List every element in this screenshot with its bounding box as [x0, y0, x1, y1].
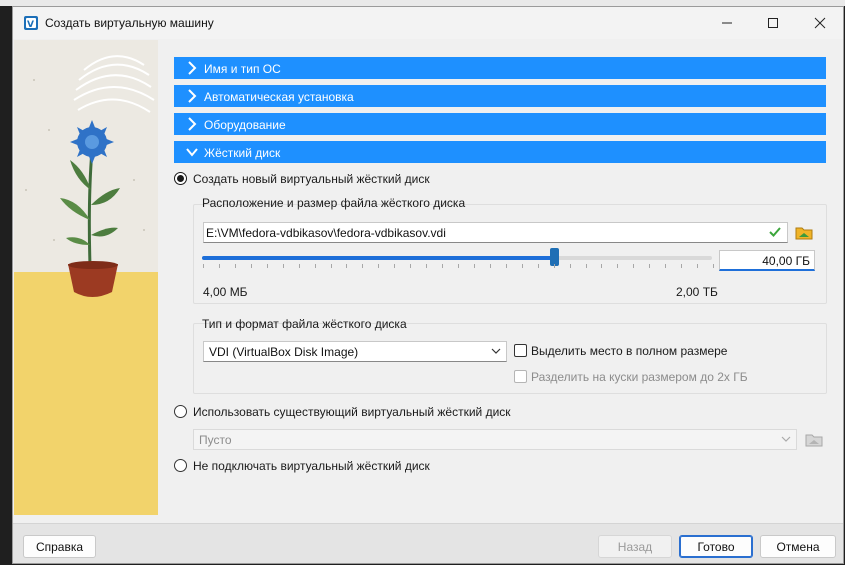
close-button[interactable] — [797, 7, 843, 39]
section-hard-disk[interactable]: Жёсткий диск — [174, 141, 826, 163]
slider-tick — [601, 264, 603, 268]
section-unattended-install[interactable]: Автоматическая установка — [174, 85, 826, 107]
section-label: Имя и тип ОС — [204, 62, 281, 76]
section-label: Оборудование — [204, 118, 286, 132]
checkmark-icon — [769, 227, 781, 237]
create-vm-dialog: V Создать виртуальную машину Имя и тип О… — [12, 6, 844, 564]
chevron-right-icon — [188, 89, 197, 103]
slider-tick — [489, 264, 491, 268]
preallocate-checkbox[interactable] — [514, 344, 527, 357]
slider-tick — [314, 264, 316, 268]
chevron-down-icon — [491, 348, 501, 354]
disk-path-input[interactable]: E:\VM\fedora-vdbikasov\fedora-vdbikasov.… — [203, 222, 788, 243]
virtualbox-app-icon: V — [24, 16, 38, 30]
slider-tick — [378, 264, 380, 268]
slider-tick — [617, 264, 619, 268]
disk-size-value: 40,00 ГБ — [762, 254, 810, 268]
slider-tick — [521, 264, 523, 268]
chevron-right-icon — [188, 61, 197, 75]
finish-button[interactable]: Готово — [679, 535, 753, 558]
chevron-down-icon — [186, 148, 198, 157]
slider-tick — [410, 264, 412, 268]
title-bar: V Создать виртуальную машину — [13, 7, 843, 39]
slider-tick — [649, 264, 651, 268]
disk-format-value: VDI (VirtualBox Disk Image) — [209, 345, 359, 359]
disk-path-value: E:\VM\fedora-vdbikasov\fedora-vdbikasov.… — [206, 226, 446, 240]
disk-size-slider-ticks — [203, 264, 714, 270]
slider-tick — [298, 264, 300, 268]
slider-tick — [458, 264, 459, 268]
disk-size-input[interactable]: 40,00 ГБ — [719, 250, 815, 271]
slider-tick — [218, 264, 220, 268]
section-label: Автоматическая установка — [204, 90, 354, 104]
slider-tick — [394, 264, 396, 268]
slider-tick — [266, 264, 268, 268]
slider-tick — [633, 264, 635, 268]
slider-tick — [250, 264, 252, 268]
slider-tick — [203, 264, 204, 268]
window-title: Создать виртуальную машину — [45, 16, 214, 30]
maximize-icon — [768, 18, 778, 28]
slider-tick — [346, 264, 348, 268]
svg-text:V: V — [27, 20, 34, 30]
use-existing-disk-label[interactable]: Использовать существующий виртуальный жё… — [193, 405, 511, 419]
chevron-down-icon — [781, 436, 791, 442]
slider-tick — [442, 264, 444, 268]
slider-tick — [282, 264, 284, 268]
slider-tick — [537, 264, 539, 268]
slider-tick — [697, 264, 699, 268]
existing-disk-value: Пусто — [199, 433, 232, 447]
disk-size-slider[interactable] — [202, 256, 712, 260]
cancel-button[interactable]: Отмена — [760, 535, 836, 558]
choose-existing-disk-button[interactable] — [805, 431, 823, 447]
disk-size-min-label: 4,00 МБ — [203, 285, 248, 299]
section-name-and-os-type[interactable]: Имя и тип ОС — [174, 57, 826, 79]
preallocate-label[interactable]: Выделить место в полном размере — [531, 344, 727, 358]
chevron-right-icon — [188, 117, 197, 131]
maximize-button[interactable] — [750, 7, 796, 39]
existing-disk-select[interactable]: Пусто — [193, 429, 797, 450]
slider-tick — [681, 264, 683, 268]
slider-tick — [585, 264, 587, 268]
create-new-disk-label[interactable]: Создать новый виртуальный жёсткий диск — [193, 172, 430, 186]
slider-tick — [426, 264, 428, 268]
minimize-icon — [722, 22, 732, 24]
use-existing-disk-radio[interactable] — [174, 405, 187, 418]
help-button[interactable]: Справка — [23, 535, 96, 558]
slider-tick — [234, 264, 236, 268]
disk-format-select[interactable]: VDI (VirtualBox Disk Image) — [203, 341, 507, 362]
wizard-artwork — [14, 40, 158, 515]
location-size-group-label: Расположение и размер файла жёсткого дис… — [202, 196, 466, 210]
create-new-disk-radio[interactable] — [174, 172, 187, 185]
slider-tick — [553, 264, 555, 268]
disk-size-slider-fill — [202, 256, 554, 260]
close-icon — [814, 17, 826, 29]
slider-tick — [362, 264, 364, 268]
format-group-label: Тип и формат файла жёсткого диска — [202, 317, 407, 331]
split-disk-checkbox[interactable] — [514, 370, 527, 383]
slider-tick — [505, 264, 507, 268]
section-hardware[interactable]: Оборудование — [174, 113, 826, 135]
split-disk-label[interactable]: Разделить на куски размером до 2х ГБ — [531, 370, 748, 384]
no-disk-label[interactable]: Не подключать виртуальный жёсткий диск — [193, 459, 430, 473]
slider-tick — [713, 264, 714, 268]
minimize-button[interactable] — [704, 7, 750, 39]
section-label: Жёсткий диск — [204, 146, 281, 160]
slider-tick — [569, 264, 571, 268]
back-button[interactable]: Назад — [598, 535, 672, 558]
disk-size-max-label: 2,00 ТБ — [676, 285, 718, 299]
no-disk-radio[interactable] — [174, 459, 187, 472]
choose-disk-file-button[interactable] — [795, 224, 813, 240]
slider-tick — [330, 264, 332, 268]
slider-tick — [473, 264, 475, 268]
slider-tick — [665, 264, 667, 268]
